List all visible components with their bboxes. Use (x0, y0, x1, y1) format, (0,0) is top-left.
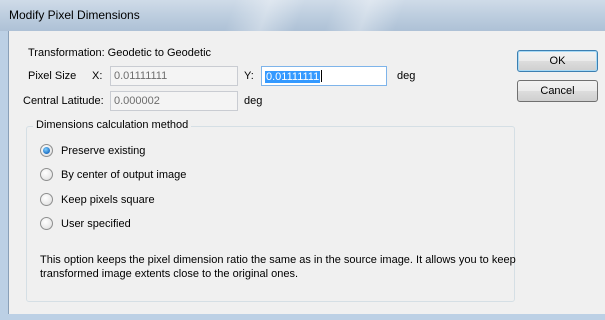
central-latitude-label: Central Latitude: (23, 95, 104, 107)
title-bar[interactable]: Modify Pixel Dimensions (0, 0, 605, 31)
text-caret (321, 70, 323, 82)
radio-button[interactable] (40, 168, 53, 181)
pixel-size-x-label: X: (92, 70, 103, 82)
pixel-size-label: Pixel Size (28, 70, 77, 82)
pixel-size-y-input[interactable]: 0.01111111 (261, 66, 387, 86)
radio-label: Preserve existing (61, 145, 146, 157)
radio-label: User specified (61, 218, 131, 230)
transformation-label: Transformation: Geodetic to Geodetic (28, 47, 212, 59)
radio-label: By center of output image (61, 169, 187, 181)
radio-button-checked[interactable] (40, 144, 53, 157)
title-bar-shine (324, 0, 406, 31)
cancel-button[interactable]: Cancel (517, 80, 598, 102)
pixel-size-unit: deg (397, 70, 416, 82)
central-latitude-input[interactable]: 0.000002 (110, 91, 238, 111)
ok-button[interactable]: OK (517, 50, 598, 72)
dialog-client-area: Transformation: Geodetic to Geodetic Pix… (8, 31, 605, 314)
radio-label: Keep pixels square (61, 194, 155, 206)
pixel-size-y-label: Y: (244, 70, 254, 82)
method-description: This option keeps the pixel dimension ra… (40, 254, 516, 280)
window-title: Modify Pixel Dimensions (9, 8, 140, 22)
pixel-size-y-selected-text: 0.01111111 (265, 71, 321, 83)
title-bar-shine (224, 0, 306, 31)
central-latitude-unit: deg (244, 95, 263, 107)
radio-button[interactable] (40, 193, 53, 206)
pixel-size-x-input[interactable]: 0.01111111 (110, 66, 238, 86)
radio-button[interactable] (40, 217, 53, 230)
dimensions-method-group-label: Dimensions calculation method (33, 119, 192, 131)
